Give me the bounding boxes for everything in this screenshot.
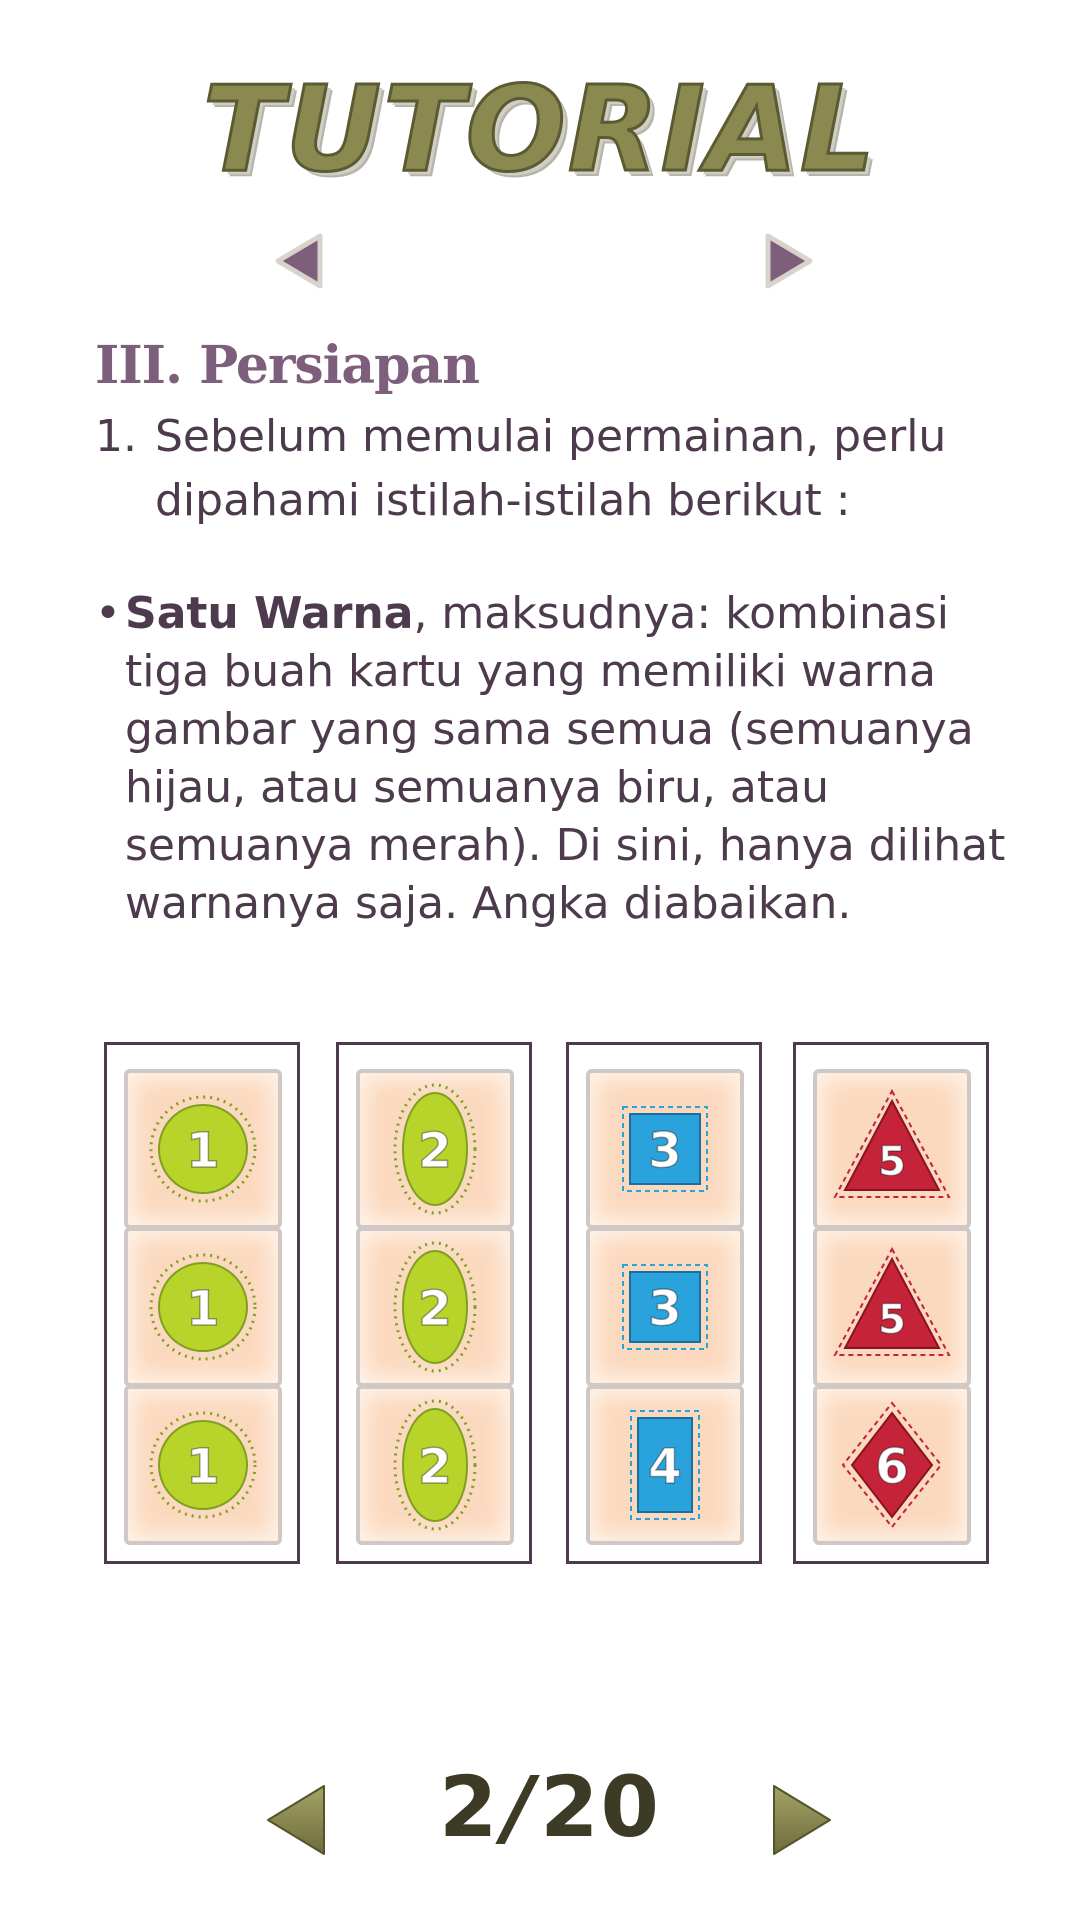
top-prev-button[interactable] <box>272 230 328 292</box>
total-pages: 20 <box>540 1758 662 1856</box>
triangle-right-icon <box>773 1785 831 1855</box>
card-number: 5 <box>878 1139 906 1185</box>
card-number: 2 <box>418 1281 451 1337</box>
page-separator: / <box>503 1758 537 1856</box>
next-page-button[interactable] <box>764 1780 836 1860</box>
game-card: 5 <box>813 1069 971 1229</box>
game-card: 2 <box>356 1385 514 1545</box>
top-next-button[interactable] <box>760 230 816 292</box>
game-card: 1 <box>124 1385 282 1545</box>
card-number: 2 <box>418 1439 451 1495</box>
circle-shape-icon: 1 <box>149 1095 257 1203</box>
card-number: 1 <box>186 1281 219 1337</box>
item-text: Sebelum memulai permainan, perlu dipaham… <box>155 411 947 526</box>
game-card: 5 <box>813 1227 971 1387</box>
circle-shape-icon: 1 <box>149 1411 257 1519</box>
card-column: 5 5 6 <box>793 1042 989 1564</box>
diamond-shape-icon: 6 <box>841 1401 943 1529</box>
section-heading: III. Persiapan <box>95 335 480 396</box>
item-number: 1. <box>95 411 137 462</box>
triangle-shape-icon: 5 <box>833 1246 951 1356</box>
card-column: 1 1 1 <box>104 1042 300 1564</box>
game-card: 1 <box>124 1069 282 1229</box>
game-card: 6 <box>813 1385 971 1545</box>
game-card: 4 <box>586 1385 744 1545</box>
triangle-shape-icon: 5 <box>833 1088 951 1198</box>
page-indicator: 2/20 <box>420 1758 680 1856</box>
oval-shape-icon: 2 <box>393 1241 477 1373</box>
triangle-left-icon <box>275 233 323 289</box>
card-number: 1 <box>186 1123 219 1179</box>
rectangle-shape-icon: 4 <box>630 1410 700 1520</box>
game-card: 3 <box>586 1227 744 1387</box>
definition: , maksudnya: kombinasi tiga buah kartu y… <box>125 588 1006 929</box>
tutorial-title: TUTORIAL <box>201 59 878 200</box>
oval-shape-icon: 2 <box>393 1399 477 1531</box>
prev-page-button[interactable] <box>262 1780 334 1860</box>
card-number: 3 <box>648 1281 681 1337</box>
card-column: 2 2 2 <box>336 1042 532 1564</box>
card-column: 3 3 4 <box>566 1042 762 1564</box>
card-number: 3 <box>648 1123 681 1179</box>
term: Satu Warna <box>125 588 414 639</box>
square-shape-icon: 3 <box>622 1106 708 1192</box>
card-number: 2 <box>418 1123 451 1179</box>
triangle-left-icon <box>267 1785 325 1855</box>
current-page: 2 <box>438 1758 500 1856</box>
card-number: 4 <box>648 1439 681 1495</box>
card-number: 5 <box>878 1297 906 1343</box>
circle-shape-icon: 1 <box>149 1253 257 1361</box>
game-card: 2 <box>356 1069 514 1229</box>
bullet-mark: • <box>95 588 121 639</box>
card-number: 1 <box>186 1439 219 1495</box>
triangle-right-icon <box>765 233 813 289</box>
definition-text: Satu Warna, maksudnya: kombinasi tiga bu… <box>125 585 1015 933</box>
oval-shape-icon: 2 <box>393 1083 477 1215</box>
square-shape-icon: 3 <box>622 1264 708 1350</box>
game-card: 1 <box>124 1227 282 1387</box>
card-number: 6 <box>875 1439 908 1495</box>
game-card: 3 <box>586 1069 744 1229</box>
game-card: 2 <box>356 1227 514 1387</box>
